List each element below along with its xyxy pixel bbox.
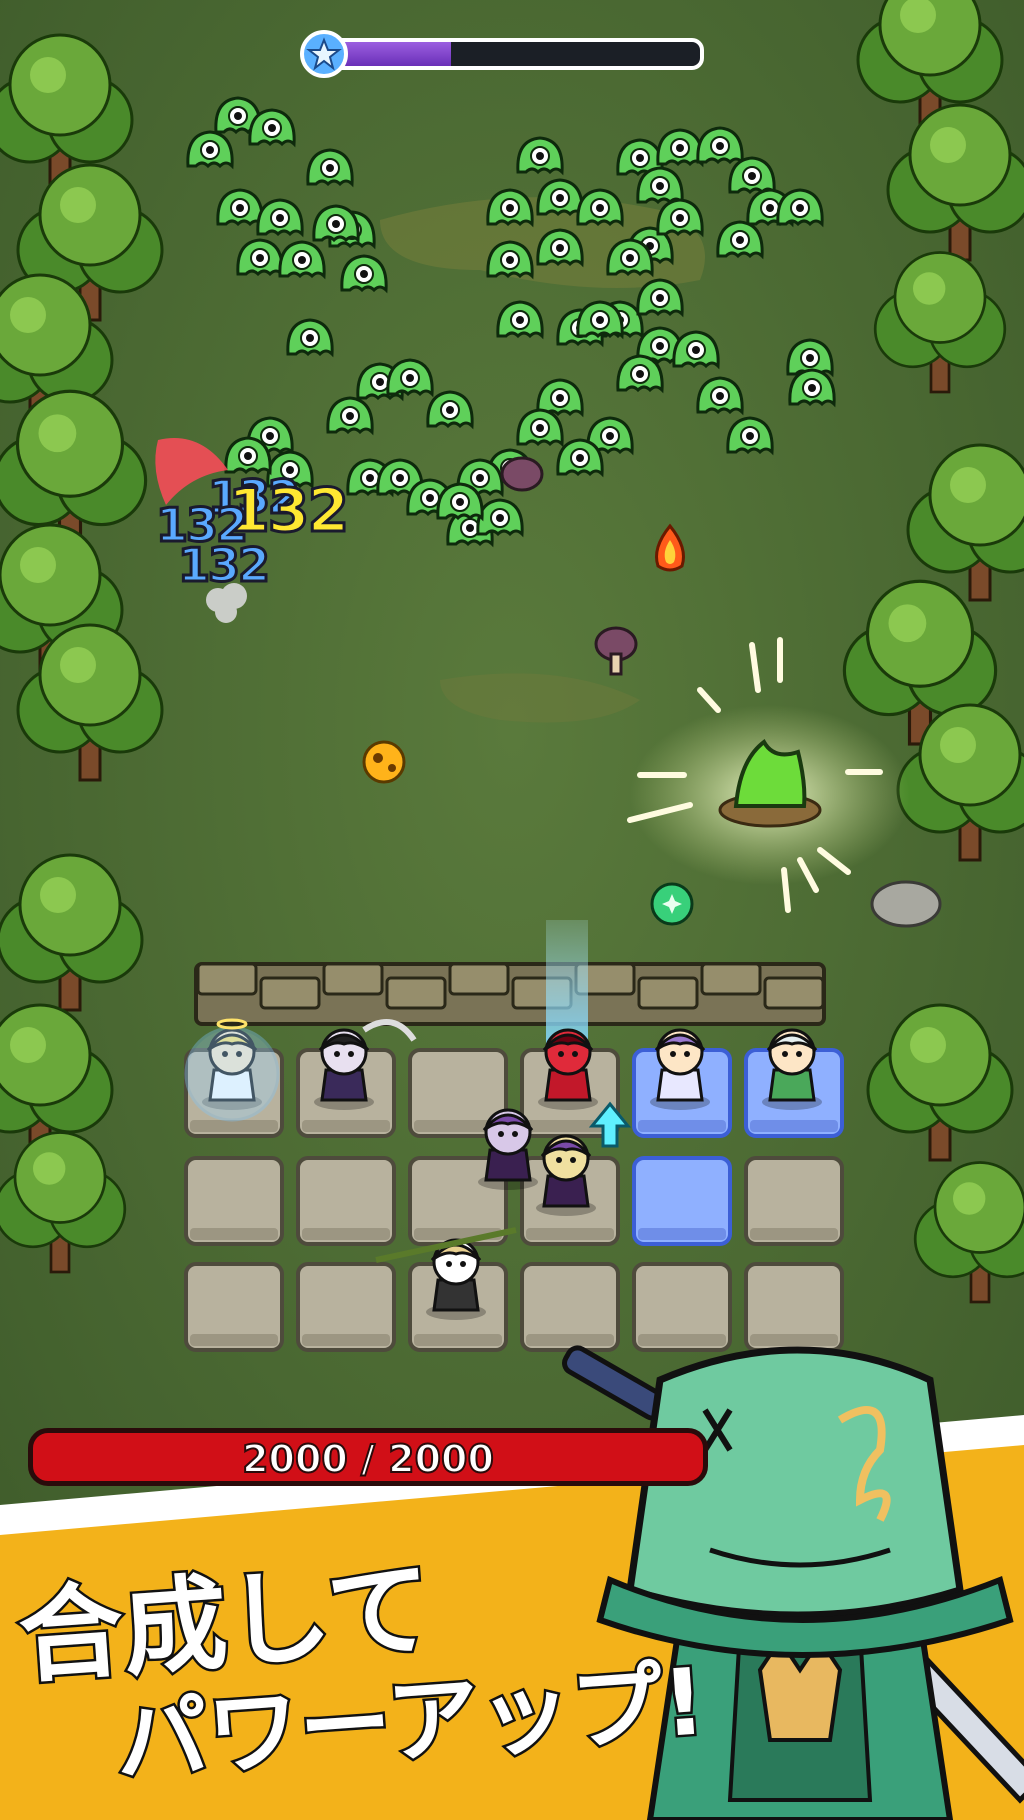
wall-stone <box>637 976 699 1010</box>
grid-tile[interactable] <box>184 1156 284 1246</box>
wall-stone <box>700 962 762 996</box>
slime-enemy <box>216 188 264 228</box>
slime-enemy <box>576 188 624 228</box>
player-hp-bar: 2000 / 2000 <box>28 1428 708 1486</box>
slime-enemy <box>476 498 524 538</box>
slime-enemy <box>248 108 296 148</box>
slime-enemy <box>486 240 534 280</box>
slime-enemy <box>556 438 604 478</box>
slime-enemy <box>224 436 272 476</box>
slime-enemy <box>236 238 284 278</box>
damage-number: 132 <box>176 537 271 594</box>
game-scene: 132 132 132 132 2000 / 2000 合成して パワーアップ! <box>0 0 1024 1820</box>
wall-stone <box>448 962 510 996</box>
wall-stone <box>259 976 321 1010</box>
slime-enemy <box>256 198 304 238</box>
grid-tile[interactable] <box>744 1262 844 1352</box>
grid-tile[interactable] <box>632 1156 732 1246</box>
slime-enemy <box>656 128 704 168</box>
stone-wall <box>194 962 826 1026</box>
player-hp-text: 2000 / 2000 <box>241 1436 495 1482</box>
rock <box>870 880 942 928</box>
grid-tile[interactable] <box>184 1262 284 1352</box>
slime-enemy <box>486 188 534 228</box>
slime-enemy <box>536 178 584 218</box>
wall-stone <box>322 962 384 996</box>
slime-enemy <box>516 408 564 448</box>
slime-enemy <box>716 220 764 260</box>
mushroom-enemy <box>500 456 544 492</box>
slime-enemy <box>616 354 664 394</box>
wall-stone <box>196 962 258 996</box>
grid-tile[interactable] <box>632 1262 732 1352</box>
slime-enemy <box>386 358 434 398</box>
grid-tile[interactable] <box>520 1262 620 1352</box>
grid-tile[interactable] <box>744 1156 844 1246</box>
slime-enemy <box>636 278 684 318</box>
wall-stone <box>763 976 825 1010</box>
mana-gem-icon <box>650 882 694 926</box>
slime-enemy <box>696 126 744 166</box>
wave-progress-track <box>324 38 704 70</box>
slime-enemy <box>312 204 360 244</box>
slime-enemy <box>576 300 624 340</box>
wave-progress-bar <box>300 30 704 78</box>
grid-tile[interactable] <box>296 1156 396 1246</box>
slime-enemy <box>436 482 484 522</box>
slime-enemy <box>186 130 234 170</box>
slime-enemy <box>286 318 334 358</box>
gold-orb <box>362 740 406 784</box>
slime-enemy <box>672 330 720 370</box>
slime-enemy <box>426 390 474 430</box>
slime-enemy <box>496 300 544 340</box>
slime-enemy <box>278 240 326 280</box>
slime-enemy <box>516 136 564 176</box>
slime-enemy <box>326 396 374 436</box>
slime-enemy <box>536 378 584 418</box>
grid-tile[interactable] <box>296 1262 396 1352</box>
slime-enemy <box>536 228 584 268</box>
slime-enemy <box>606 238 654 278</box>
slime-enemy <box>696 376 744 416</box>
slime-enemy <box>728 156 776 196</box>
slime-enemy <box>306 148 354 188</box>
star-icon <box>300 30 348 78</box>
slime-enemy <box>788 368 836 408</box>
wall-stone <box>385 976 447 1010</box>
slime-enemy <box>776 188 824 228</box>
slime-enemy <box>340 254 388 294</box>
slime-enemy <box>656 198 704 238</box>
slime-enemy <box>636 166 684 206</box>
slime-enemy <box>726 416 774 456</box>
